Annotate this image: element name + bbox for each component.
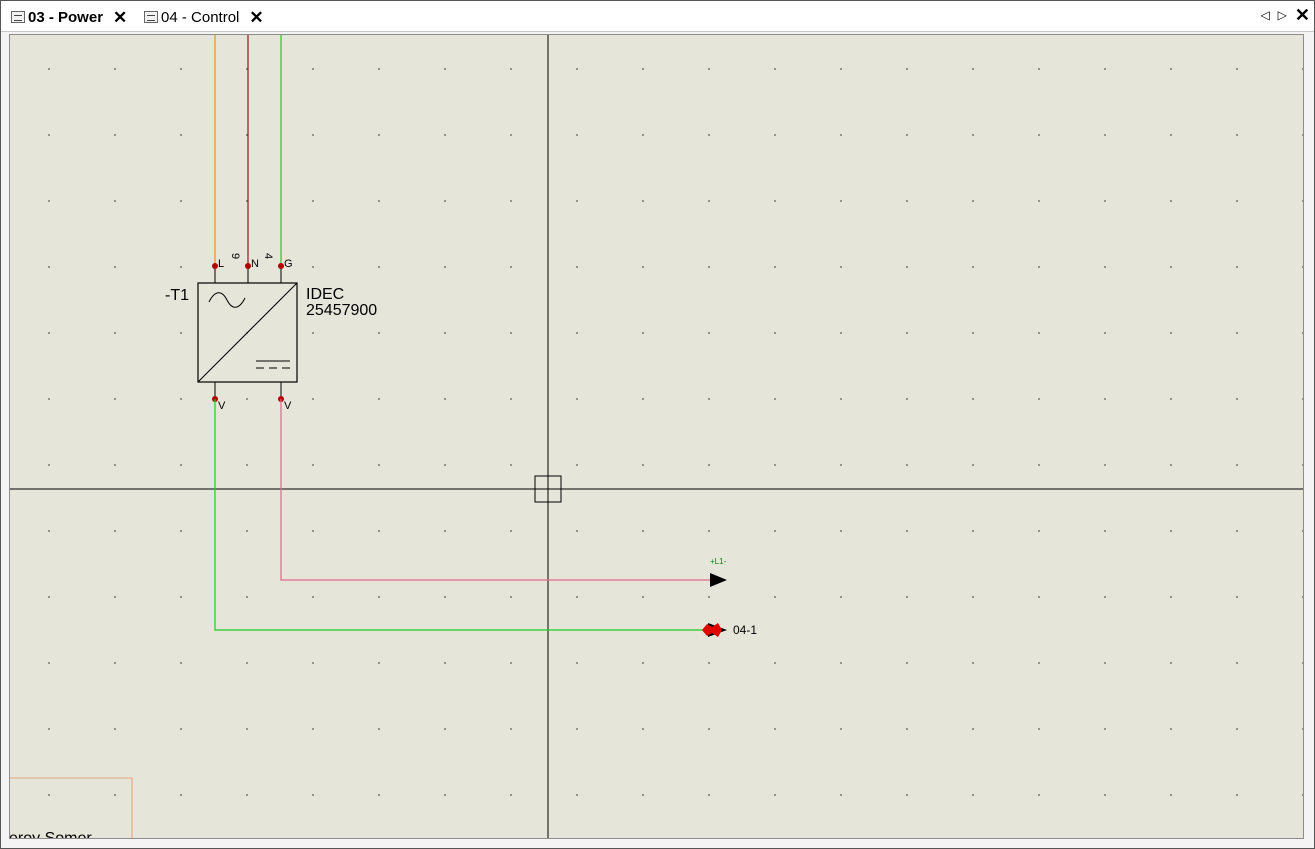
grid-dots (10, 35, 1303, 838)
tab-04-control[interactable]: 04 - Control ✕ (144, 5, 264, 29)
tab-close-icon[interactable]: ✕ (249, 9, 263, 26)
tab-navigation: ◁ ▷ ✕ (1260, 6, 1310, 24)
tab-label: 04 - Control (161, 8, 240, 26)
reference-label-upper: +L1- (710, 557, 727, 566)
wire-number-9: 9 (229, 253, 241, 259)
tab-03-power[interactable]: 03 - Power ✕ (11, 5, 127, 29)
terminal-label-V1: V (218, 400, 226, 412)
triangle-right-icon[interactable]: ▷ (1278, 9, 1287, 21)
terminal-label-L: L (218, 258, 224, 270)
component-tag: -T1 (165, 287, 189, 304)
reference-label-lower: 04-1 (733, 623, 757, 637)
terminal-label-N: N (251, 258, 259, 270)
triangle-left-icon[interactable]: ◁ (1260, 9, 1269, 21)
wire-number-4: 4 (262, 253, 274, 259)
terminal-label-V2: V (284, 400, 292, 412)
terminal-label-G: G (284, 258, 293, 270)
tab-close-icon[interactable]: ✕ (113, 9, 127, 26)
schematic-drawing: 9 4 L N G -T1 IDEC 25457900 V V +L1- 04-… (10, 35, 1303, 839)
schematic-page-icon (144, 11, 158, 23)
component-part-number: 25457900 (306, 302, 377, 319)
schematic-canvas[interactable]: 9 4 L N G -T1 IDEC 25457900 V V +L1- 04-… (9, 34, 1304, 839)
tab-label: 03 - Power (28, 8, 104, 26)
title-block-text: eroy Somer (10, 830, 92, 839)
component-manufacturer: IDEC (306, 286, 344, 303)
tab-bar: 03 - Power ✕ 04 - Control ✕ ◁ ▷ ✕ (1, 1, 1314, 32)
schematic-page-icon (11, 11, 25, 23)
editor-window: 03 - Power ✕ 04 - Control ✕ ◁ ▷ ✕ 9 4 L … (0, 0, 1315, 849)
close-icon[interactable]: ✕ (1295, 6, 1310, 24)
